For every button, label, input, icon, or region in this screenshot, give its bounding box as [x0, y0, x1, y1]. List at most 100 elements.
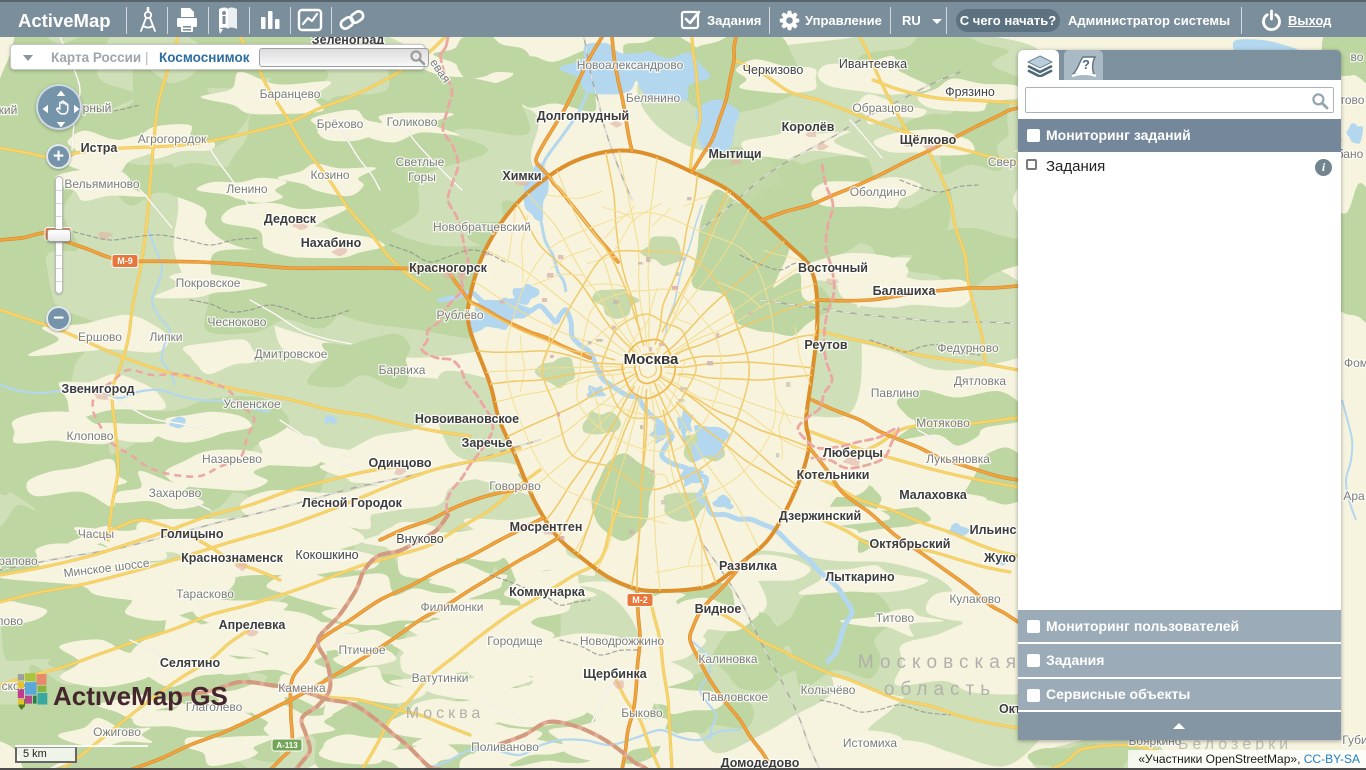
- svg-text:Котельники: Котельники: [797, 468, 870, 482]
- svg-text:Быково: Быково: [621, 706, 663, 720]
- svg-text:Одинцово: Одинцово: [368, 456, 431, 470]
- svg-text:Краснознаменск: Краснознаменск: [181, 551, 284, 565]
- svg-text:Говорово: Говорово: [489, 479, 541, 493]
- svg-text:Светлые: Светлые: [396, 155, 445, 169]
- svg-text:Успенское: Успенское: [223, 397, 281, 411]
- svg-text:Колычёво: Колычёво: [801, 683, 856, 697]
- svg-text:во: во: [1351, 50, 1364, 64]
- svg-text:Долгопрудный: Долгопрудный: [537, 109, 630, 123]
- svg-text:Часцы: Часцы: [78, 527, 114, 541]
- svg-text:Дзержинский: Дзержинский: [779, 509, 861, 523]
- svg-text:Голиково: Голиково: [387, 115, 438, 129]
- svg-text:Королёв: Королёв: [782, 120, 835, 134]
- svg-text:Новобратцевский: Новобратцевский: [433, 220, 531, 234]
- svg-text:Октябрьский: Октябрьский: [869, 537, 950, 551]
- svg-text:кий: кий: [0, 103, 17, 117]
- svg-text:Внуково: Внуково: [396, 532, 444, 546]
- svg-text:Титово: Титово: [876, 611, 915, 625]
- svg-text:Поливаново: Поливаново: [471, 740, 539, 754]
- svg-text:Черкизово: Черкизово: [743, 63, 804, 77]
- svg-text:Баранцево: Баранцево: [260, 87, 321, 101]
- svg-text:Голицыно: Голицыно: [161, 527, 224, 541]
- svg-text:Новоивановское: Новоивановское: [415, 412, 519, 426]
- svg-text:Городище: Городище: [487, 634, 543, 648]
- svg-text:Ара: Ара: [1343, 489, 1365, 503]
- svg-text:А-113: А-113: [276, 741, 298, 750]
- svg-text:Липки: Липки: [149, 330, 182, 344]
- svg-text:Кулаково: Кулаково: [949, 592, 1001, 606]
- svg-text:Кокошкино: Кокошкино: [295, 548, 358, 562]
- svg-text:Павлино: Павлино: [871, 386, 920, 400]
- svg-text:рный: рный: [83, 101, 112, 115]
- svg-text:Агрогородок: Агрогородок: [138, 132, 207, 146]
- svg-text:Клопово: Клопово: [67, 429, 114, 443]
- svg-text:Лесной Городок: Лесной Городок: [302, 496, 403, 510]
- svg-text:Белянино: Белянино: [626, 91, 681, 105]
- svg-text:тово: тово: [1340, 93, 1365, 107]
- svg-text:М-9: М-9: [117, 256, 133, 266]
- svg-text:пово: пово: [0, 614, 23, 628]
- svg-text:Захарово: Захарово: [149, 486, 202, 500]
- svg-text:Федурново: Федурново: [937, 341, 999, 355]
- svg-text:Покровское: Покровское: [176, 276, 241, 290]
- svg-text:Щёлково: Щёлково: [900, 133, 957, 147]
- svg-text:Ожигово: Ожигово: [93, 725, 141, 739]
- svg-text:Рублёво: Рублёво: [436, 308, 483, 322]
- svg-text:?: ?: [1082, 57, 1090, 72]
- svg-text:Вельяминово: Вельяминово: [64, 177, 140, 191]
- svg-text:Нахабино: Нахабино: [301, 236, 362, 250]
- svg-text:Реутов: Реутов: [804, 338, 848, 352]
- svg-text:Жуко: Жуко: [983, 551, 1016, 565]
- svg-text:Истомиха: Истомиха: [843, 736, 897, 750]
- svg-text:Образцово: Образцово: [852, 101, 914, 115]
- svg-text:Красногорск: Красногорск: [409, 261, 488, 275]
- svg-text:Горы: Горы: [408, 170, 436, 184]
- svg-text:Дятловка: Дятловка: [954, 374, 1007, 388]
- svg-text:Филимонки: Филимонки: [420, 600, 483, 614]
- svg-text:Ильинс: Ильинс: [970, 523, 1017, 537]
- svg-text:Калиновка: Калиновка: [698, 652, 758, 666]
- svg-text:Истра: Истра: [81, 141, 119, 155]
- svg-text:Ленино: Ленино: [226, 182, 268, 196]
- svg-text:Московская: Московская: [858, 652, 1022, 673]
- svg-text:Тарасково: Тарасково: [176, 587, 234, 601]
- svg-text:Звенигород: Звенигород: [61, 382, 134, 396]
- svg-text:Восточный: Восточный: [798, 261, 868, 275]
- svg-text:Развилка: Развилка: [719, 559, 778, 573]
- svg-text:Оболдино: Оболдино: [850, 185, 907, 199]
- svg-text:Заречье: Заречье: [462, 436, 513, 450]
- svg-text:Новоалександрово: Новоалександрово: [577, 58, 684, 72]
- svg-text:Видное: Видное: [695, 602, 742, 616]
- svg-text:рапово: рапово: [0, 554, 38, 568]
- svg-text:Дмитровское: Дмитровское: [255, 347, 328, 361]
- svg-text:Барвиха: Барвиха: [379, 363, 426, 377]
- svg-text:Ивантеевка: Ивантеевка: [839, 57, 907, 71]
- svg-text:Малаховка: Малаховка: [899, 488, 968, 502]
- svg-text:М-2: М-2: [632, 595, 648, 605]
- svg-text:Апрелевка: Апрелевка: [219, 618, 287, 632]
- svg-text:Ершово: Ершово: [78, 330, 122, 344]
- svg-text:Губи: Губи: [1342, 733, 1366, 747]
- svg-text:Чесноково: Чесноково: [208, 315, 267, 329]
- svg-text:Мотяково: Мотяково: [916, 416, 970, 430]
- svg-text:Новодрожжино: Новодрожжино: [580, 634, 665, 648]
- svg-text:Мосрентген: Мосрентген: [510, 520, 583, 534]
- svg-text:Люберцы: Люберцы: [823, 446, 883, 460]
- svg-text:Фом: Фом: [1344, 356, 1366, 370]
- svg-text:Свер: Свер: [988, 155, 1017, 169]
- svg-text:Брёхово: Брёхово: [317, 117, 364, 131]
- svg-text:область: область: [884, 679, 996, 700]
- svg-text:Назарьево: Назарьево: [202, 452, 262, 466]
- svg-text:Коммунарка: Коммунарка: [509, 585, 586, 599]
- svg-text:Козино: Козино: [310, 168, 349, 182]
- svg-text:Дедовск: Дедовск: [264, 212, 317, 226]
- svg-text:Фрязино: Фрязино: [945, 85, 995, 99]
- svg-text:Птичное: Птичное: [338, 643, 385, 657]
- svg-text:Лукьяновка: Лукьяновка: [926, 452, 990, 466]
- svg-text:Химки: Химки: [502, 169, 541, 183]
- svg-text:Балашиха: Балашиха: [873, 284, 937, 298]
- svg-text:Щербинка: Щербинка: [583, 667, 648, 681]
- svg-text:Павловское: Павловское: [702, 690, 769, 704]
- svg-text:Мытищи: Мытищи: [708, 147, 761, 161]
- svg-text:Лыткарино: Лыткарино: [825, 570, 895, 584]
